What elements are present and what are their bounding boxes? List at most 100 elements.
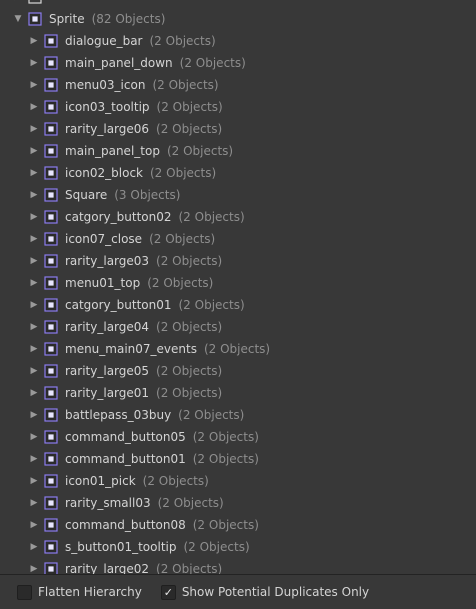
checkmark-icon: ✓: [163, 585, 173, 599]
item-count: (2 Objects): [150, 166, 217, 180]
collapsed-arrow-icon[interactable]: ▶: [13, 0, 23, 2]
item-count: (2 Objects): [156, 254, 223, 268]
item-name: menu03_icon: [65, 78, 146, 92]
item-count: (2 Objects): [149, 232, 216, 246]
tree-row[interactable]: ▶ rarity_large02 (2 Objects): [0, 558, 476, 575]
sprite-asset-icon: [44, 144, 58, 158]
collapsed-arrow-icon[interactable]: ▶: [29, 58, 39, 68]
item-count: (2 Objects): [156, 386, 223, 400]
scrollbar[interactable]: [470, 0, 476, 575]
item-count: (2 Objects): [156, 122, 223, 136]
sprite-asset-icon: [44, 276, 58, 290]
tree-row[interactable]: ▶ catgory_button02 (2 Objects): [0, 206, 476, 228]
collapsed-arrow-icon[interactable]: ▶: [29, 256, 39, 266]
tree-row[interactable]: ▶ main_panel_top (2 Objects): [0, 140, 476, 162]
tree-row[interactable]: ▶ battlepass_03buy (2 Objects): [0, 404, 476, 426]
collapsed-arrow-icon[interactable]: ▶: [29, 322, 39, 332]
tree-row[interactable]: ▶ rarity_large05 (2 Objects): [0, 360, 476, 382]
collapsed-arrow-icon[interactable]: ▶: [29, 102, 39, 112]
collapsed-arrow-icon[interactable]: ▶: [29, 212, 39, 222]
sprite-asset-icon: [44, 166, 58, 180]
collapsed-arrow-icon[interactable]: ▶: [29, 234, 39, 244]
collapsed-arrow-icon[interactable]: ▶: [29, 542, 39, 552]
item-count: (2 Objects): [157, 496, 224, 510]
collapsed-arrow-icon[interactable]: ▶: [29, 454, 39, 464]
item-name: rarity_large05: [65, 364, 150, 378]
item-name: rarity_large01: [65, 386, 150, 400]
item-count: (2 Objects): [156, 320, 223, 334]
sprite-asset-icon: [44, 342, 58, 356]
show-duplicates-toggle[interactable]: ✓ Show Potential Duplicates Only: [160, 584, 370, 600]
flatten-hierarchy-toggle[interactable]: Flatten Hierarchy: [17, 584, 142, 600]
tree-row[interactable]: ▶ icon01_pick (2 Objects): [0, 470, 476, 492]
collapsed-arrow-icon[interactable]: ▶: [29, 564, 39, 574]
item-name: icon07_close: [65, 232, 143, 246]
sprite-asset-icon: [44, 232, 58, 246]
sprite-asset-icon: [44, 540, 58, 554]
tree-row[interactable]: ▶ rarity_large03 (2 Objects): [0, 250, 476, 272]
tree-row[interactable]: ▶ rarity_large06 (2 Objects): [0, 118, 476, 140]
collapsed-arrow-icon[interactable]: ▶: [29, 410, 39, 420]
tree-row-partial[interactable]: ▶: [0, 0, 476, 8]
sprite-asset-icon: [28, 0, 42, 4]
collapsed-arrow-icon[interactable]: ▶: [29, 432, 39, 442]
item-count: (2 Objects): [147, 276, 214, 290]
collapsed-arrow-icon[interactable]: ▶: [29, 36, 39, 46]
tree-row[interactable]: ▶ icon02_block (2 Objects): [0, 162, 476, 184]
tree-row[interactable]: ▶ menu01_top (2 Objects): [0, 272, 476, 294]
flatten-hierarchy-label: Flatten Hierarchy: [38, 585, 142, 599]
collapsed-arrow-icon[interactable]: ▶: [29, 366, 39, 376]
tree-row[interactable]: ▶ rarity_small03 (2 Objects): [0, 492, 476, 514]
tree-row[interactable]: ▶ Square (3 Objects): [0, 184, 476, 206]
tree-row[interactable]: ▶ menu03_icon (2 Objects): [0, 74, 476, 96]
tree-row[interactable]: ▶ main_panel_down (2 Objects): [0, 52, 476, 74]
show-duplicates-checkbox[interactable]: ✓: [160, 584, 176, 600]
collapsed-arrow-icon[interactable]: ▶: [29, 498, 39, 508]
collapsed-arrow-icon[interactable]: ▶: [29, 278, 39, 288]
collapsed-arrow-icon[interactable]: ▶: [29, 80, 39, 90]
object-tree: ▶ ▼ Sprite (82 Objects) ▶ dialogue_bar (2 …: [0, 0, 476, 575]
sprite-asset-icon: [44, 320, 58, 334]
tree-row[interactable]: ▶ s_button01_tooltip (2 Objects): [0, 536, 476, 558]
show-duplicates-label: Show Potential Duplicates Only: [181, 585, 370, 599]
collapsed-arrow-icon[interactable]: ▶: [29, 520, 39, 530]
item-count: (2 Objects): [178, 408, 245, 422]
expanded-arrow-icon[interactable]: ▼: [13, 14, 23, 24]
collapsed-arrow-icon[interactable]: ▶: [29, 300, 39, 310]
item-name: rarity_large04: [65, 320, 150, 334]
sprite-asset-icon: [44, 364, 58, 378]
item-count: (2 Objects): [192, 518, 259, 532]
item-name: catgory_button02: [65, 210, 172, 224]
item-count: (2 Objects): [166, 144, 234, 158]
collapsed-arrow-icon[interactable]: ▶: [29, 388, 39, 398]
item-count: (2 Objects): [156, 364, 223, 378]
sprite-asset-icon: [44, 188, 58, 202]
collapsed-arrow-icon[interactable]: ▶: [29, 124, 39, 134]
tree-row[interactable]: ▶ rarity_large01 (2 Objects): [0, 382, 476, 404]
tree-row[interactable]: ▶ rarity_large04 (2 Objects): [0, 316, 476, 338]
tree-row[interactable]: ▶ command_button01 (2 Objects): [0, 448, 476, 470]
item-count: (2 Objects): [156, 100, 223, 114]
flatten-hierarchy-checkbox[interactable]: [17, 584, 32, 600]
tree-row[interactable]: ▶ menu_main07_events (2 Objects): [0, 338, 476, 360]
item-name: command_button05: [65, 430, 186, 444]
tree-row[interactable]: ▶ icon07_close (2 Objects): [0, 228, 476, 250]
tree-group-sprite[interactable]: ▼ Sprite (82 Objects): [0, 8, 476, 30]
collapsed-arrow-icon[interactable]: ▶: [29, 190, 39, 200]
tree-row[interactable]: ▶ command_button08 (2 Objects): [0, 514, 476, 536]
collapsed-arrow-icon[interactable]: ▶: [29, 476, 39, 486]
sprite-asset-icon: [44, 496, 58, 510]
item-count: (2 Objects): [178, 298, 245, 312]
item-count: (2 Objects): [142, 474, 209, 488]
tree-row[interactable]: ▶ catgory_button01 (2 Objects): [0, 294, 476, 316]
item-count: (2 Objects): [192, 430, 259, 444]
collapsed-arrow-icon[interactable]: ▶: [29, 146, 39, 156]
tree-row[interactable]: ▶ command_button05 (2 Objects): [0, 426, 476, 448]
sprite-asset-icon: [44, 408, 58, 422]
sprite-asset-icon: [44, 452, 58, 466]
sprite-asset-icon: [44, 254, 58, 268]
collapsed-arrow-icon[interactable]: ▶: [29, 344, 39, 354]
tree-row[interactable]: ▶ icon03_tooltip (2 Objects): [0, 96, 476, 118]
collapsed-arrow-icon[interactable]: ▶: [29, 168, 39, 178]
tree-row[interactable]: ▶ dialogue_bar (2 Objects): [0, 30, 476, 52]
